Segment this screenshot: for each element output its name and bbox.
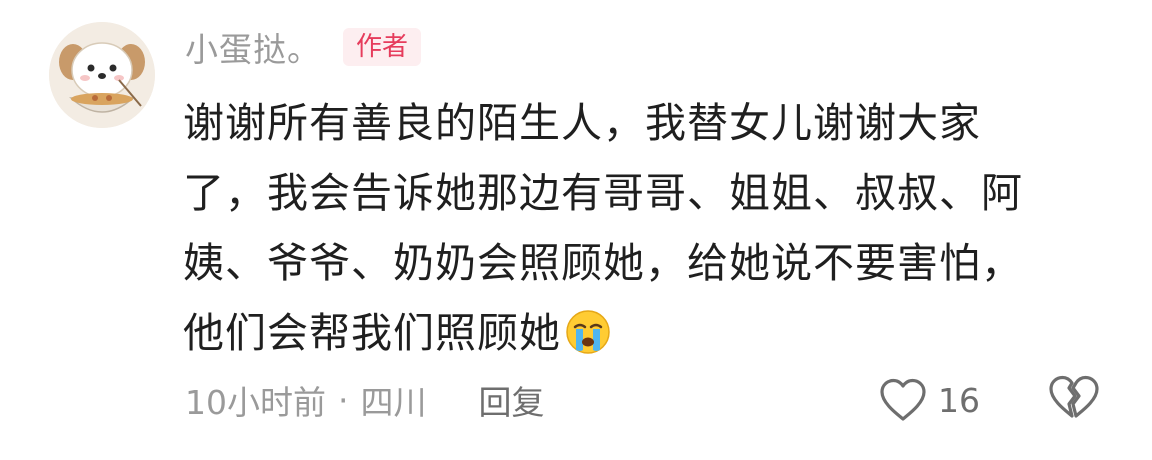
heart-outline-icon — [880, 378, 926, 421]
comment-line-4: 他们会帮我们照顾她 — [183, 309, 561, 357]
broken-heart-icon — [1049, 375, 1099, 418]
timestamp: 10小时前 — [185, 383, 326, 422]
location: 四川 — [360, 383, 427, 422]
dislike-button[interactable] — [1047, 374, 1099, 426]
reply-button[interactable]: 回复 — [479, 376, 545, 424]
author-badge: 作者 — [343, 28, 422, 66]
comment-header: 小蛋挞。 作者 — [185, 22, 422, 72]
avatar[interactable] — [49, 22, 155, 128]
comment-line-1: 谢谢所有善良的陌生人，我替女儿谢谢大家 — [183, 99, 981, 147]
meta-separator: · — [338, 380, 349, 420]
like-count: 16 — [938, 380, 980, 420]
comment-text: 谢谢所有善良的陌生人，我替女儿谢谢大家 了，我会告诉她那边有哥哥、姐姐、叔叔、阿… — [183, 88, 1103, 377]
crying-face-emoji-icon — [564, 307, 612, 377]
comment-meta: 10小时前 · 四川 回复 — [185, 372, 545, 428]
comment-line-2: 了，我会告诉她那边有哥哥、姐姐、叔叔、阿 — [183, 169, 1023, 217]
like-button[interactable]: 16 — [878, 374, 980, 426]
puppy-avatar-icon — [49, 22, 155, 128]
comment-line-3: 姨、爷爷、奶奶会照顾她，给她说不要害怕， — [183, 239, 1023, 287]
username[interactable]: 小蛋挞。 — [185, 23, 321, 71]
